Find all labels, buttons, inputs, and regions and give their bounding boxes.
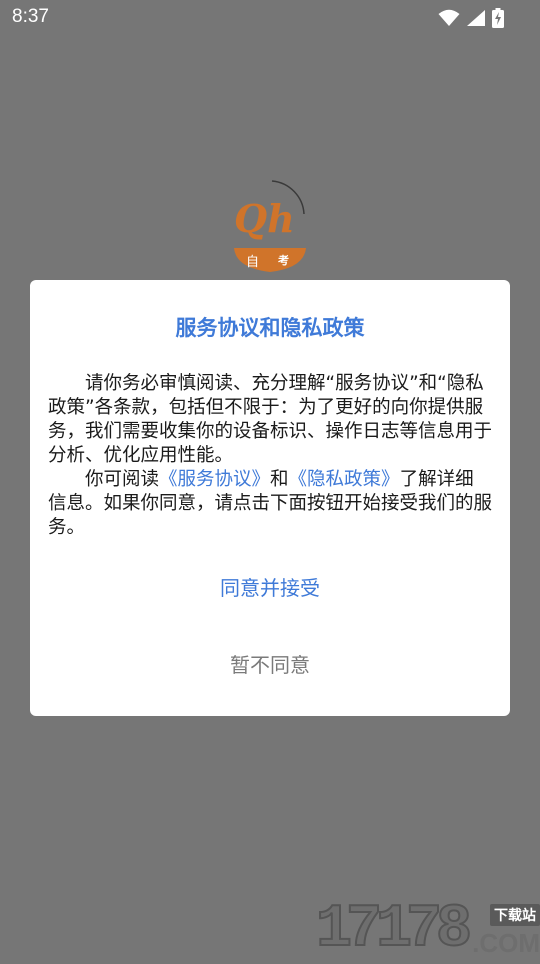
logo-char-right: 考 [278, 253, 289, 267]
service-agreement-link[interactable]: 《服务协议》 [159, 469, 270, 490]
signal-icon [466, 9, 486, 27]
paragraph-2-and: 和 [270, 469, 289, 490]
watermark-tag: 下载站 [490, 904, 540, 926]
privacy-dialog: 服务协议和隐私政策 请你务必审慎阅读、充分理解“服务协议”和“隐私政策”各条款，… [30, 280, 510, 716]
accept-button[interactable]: 同意并接受 [170, 570, 370, 606]
logo-char-left: 自 [246, 255, 259, 270]
logo-letters: Qh [234, 196, 295, 241]
dialog-paragraph-2: 你可阅读《服务协议》和《隐私政策》了解详细信息。如果你同意，请点击下面按钮开始接… [48, 468, 492, 540]
wifi-icon [438, 9, 460, 27]
status-bar: 8:37 [0, 0, 540, 36]
watermark: 17178 下载站 .COM [315, 896, 540, 964]
dialog-body: 请你务必审慎阅读、充分理解“服务协议”和“隐私政策”各条款，包括但不限于：为了更… [48, 372, 492, 540]
decline-button[interactable]: 暂不同意 [170, 647, 370, 683]
watermark-domain: .COM [472, 928, 540, 958]
battery-charging-icon [492, 8, 504, 28]
dialog-paragraph-1: 请你务必审慎阅读、充分理解“服务协议”和“隐私政策”各条款，包括但不限于：为了更… [48, 373, 493, 466]
paragraph-2-prefix: 你可阅读 [85, 469, 160, 490]
status-time: 8:37 [12, 6, 49, 27]
watermark-number: 17178 [315, 896, 473, 964]
status-icons [438, 7, 504, 29]
app-logo: Qh 自 考 [232, 178, 308, 274]
privacy-policy-link[interactable]: 《隐私政策》 [289, 469, 400, 490]
dialog-title: 服务协议和隐私政策 [175, 316, 365, 340]
